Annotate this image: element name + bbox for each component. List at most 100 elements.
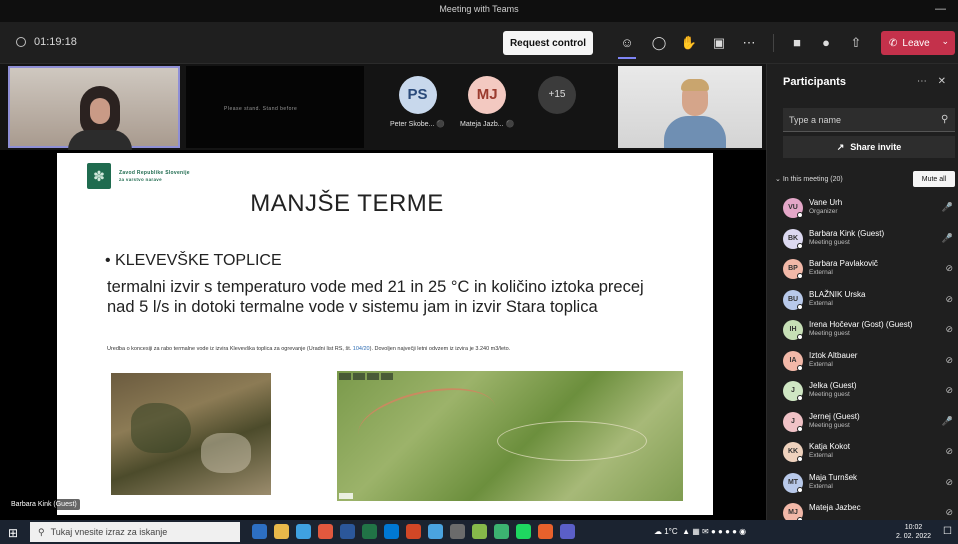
mic-off-icon: ⊘	[945, 385, 953, 395]
app-icon[interactable]	[428, 524, 443, 539]
app-icon[interactable]	[538, 524, 553, 539]
mic-icon: 🎤	[941, 202, 953, 212]
panel-close-icon[interactable]: ⋯ ✕	[917, 76, 950, 87]
mic-off-icon: ⊘	[945, 446, 953, 456]
more-participants-count: +15	[538, 76, 576, 114]
participant-body	[664, 116, 726, 148]
taskbar-clock[interactable]: 10:02 2. 02. 2022	[896, 523, 931, 541]
participant-row[interactable]: BP Barbara Pavlakovič External ⊘	[781, 255, 957, 286]
shared-screen-thumbnail[interactable]: Please stand. Stand before	[186, 66, 364, 148]
participant-avatar-tile[interactable]: PS Peter Skobe... ⚫	[390, 76, 445, 128]
mute-all-button[interactable]: Mute all	[913, 171, 955, 187]
acrobat-icon[interactable]	[406, 524, 421, 539]
participant-role: Meeting guest	[809, 238, 850, 246]
participant-video-tile[interactable]	[618, 66, 762, 148]
slide-paragraph: termalni izvir s temperaturo vode med 21…	[107, 278, 644, 316]
participant-avatar-tile[interactable]: MJ Mateja Jazb... ⚫	[460, 76, 514, 128]
status-badge	[797, 364, 803, 371]
participant-row[interactable]: VU Vane Urh Organizer 🎤	[781, 194, 957, 225]
participant-row[interactable]: BU BLAŽNIK Urska External ⊘	[781, 286, 957, 317]
map-road	[352, 377, 502, 465]
participant-name: Barbara Pavlakovič	[809, 259, 878, 268]
shield-icon	[16, 37, 26, 47]
mic-icon: 🎤	[941, 232, 953, 243]
more-participants-tile[interactable]: +15	[538, 76, 576, 114]
share-invite-button[interactable]: ↗ Share invite	[783, 136, 955, 158]
title-bar: Meeting with Teams —	[0, 0, 958, 22]
avatar-name: Mateja Jazb... ⚫	[460, 121, 515, 128]
edge-icon[interactable]	[296, 524, 311, 539]
status-badge	[797, 334, 803, 340]
people-icon[interactable]: ☺	[616, 32, 638, 59]
participant-row[interactable]: J Jelka (Guest) Meeting guest ⊘	[781, 377, 957, 408]
participant-hair	[681, 79, 709, 91]
in-meeting-header[interactable]: ⌄ In this meeting (20)	[775, 175, 843, 183]
camera-icon[interactable]: ■	[786, 32, 808, 54]
microphone-icon[interactable]: ●	[815, 32, 837, 54]
participant-video-tile[interactable]	[8, 66, 180, 150]
participant-role: External	[809, 482, 833, 490]
chevron-down-icon[interactable]: ⌄	[941, 36, 949, 47]
windows-taskbar: ⊞ ⚲ Tukaj vnesite izraz za iskanje ☁ 1°C…	[0, 520, 958, 544]
taskbar-app-icons	[252, 524, 575, 539]
window-close-icon[interactable]: —	[935, 3, 946, 15]
mic-icon: 🎤	[941, 415, 953, 426]
outlook-icon[interactable]	[384, 524, 399, 539]
participant-role: Meeting guest	[809, 391, 850, 398]
app-icon[interactable]	[472, 524, 487, 539]
office-icon[interactable]	[318, 524, 333, 539]
organization-subtitle: za varstvo narave	[119, 177, 162, 182]
app-icon[interactable]	[494, 524, 509, 539]
participant-name: Jelka (Guest)	[809, 381, 857, 390]
spotify-icon[interactable]	[516, 524, 531, 539]
participant-search-input[interactable]	[783, 108, 955, 132]
spring-photo	[111, 373, 271, 495]
participant-row[interactable]: BK Barbara Kink (Guest) Meeting guest 🎤	[781, 225, 957, 256]
participant-row[interactable]: IA Iztok Altbauer External ⊘	[781, 347, 957, 378]
slide-footnote: Uredba o koncesiji za rabo termalne vode…	[107, 346, 511, 352]
terrain-map	[337, 371, 683, 501]
teams-icon[interactable]	[560, 524, 575, 539]
mic-off-icon: ⊘	[945, 507, 953, 517]
excel-icon[interactable]	[362, 524, 377, 539]
participant-list: VU Vane Urh Organizer 🎤 BK Barbara Kink (Gues…	[781, 194, 957, 530]
avatar: PS	[398, 76, 437, 114]
window-title: Meeting with Teams	[439, 4, 519, 14]
organization-name: Zavod Republike Slovenije	[119, 170, 190, 176]
participant-role: Meeting guest	[809, 421, 850, 429]
participant-row[interactable]: IH Irena Hočevar (Gost) (Guest) Meeting gu…	[781, 316, 957, 347]
taskbar-search-box[interactable]: ⚲ Tukaj vnesite izraz za iskanje	[30, 522, 240, 542]
rooms-icon[interactable]: ▣	[708, 32, 730, 54]
status-badge	[797, 242, 803, 249]
participant-face	[80, 86, 120, 136]
participant-row[interactable]: MT Maja Turnšek External ⊘	[781, 469, 957, 500]
share-screen-icon[interactable]: ⇧	[845, 32, 867, 54]
more-options-icon[interactable]: ⋯	[738, 32, 760, 54]
map-scale	[339, 493, 353, 499]
request-control-button[interactable]: Request control	[503, 31, 593, 55]
participant-row[interactable]: KK Katja Kokot External ⊘	[781, 438, 957, 469]
participant-role: Meeting guest	[809, 330, 850, 337]
leave-label: Leave	[902, 37, 930, 49]
mic-off-icon: ⊘	[945, 354, 953, 365]
participant-name: Jernej (Guest)	[809, 411, 860, 421]
avatar: MJ	[468, 76, 507, 114]
mic-off-icon: ⊘	[945, 324, 953, 334]
notification-icon[interactable]: ☐	[943, 526, 952, 537]
participants-panel: Participants ⋯ ✕ ⚲ ↗ Share invite ⌄ In t…	[766, 64, 958, 523]
status-badge	[797, 425, 803, 432]
mic-off-icon: ⊘	[945, 293, 953, 304]
task-view-icon[interactable]	[252, 524, 267, 539]
app-icon[interactable]	[450, 524, 465, 539]
video-gallery: Please stand. Stand before PS Peter Skob…	[0, 64, 766, 150]
status-badge	[797, 395, 803, 401]
chat-icon[interactable]: ◯	[648, 32, 670, 54]
leave-button[interactable]: ✆ Leave ⌄	[881, 31, 955, 55]
windows-start-icon[interactable]: ⊞	[8, 526, 18, 540]
reactions-icon[interactable]: ✋	[678, 32, 700, 54]
meeting-toolbar: 01:19:18 Request control ☺ ◯ ✋ ▣ ⋯ ■ ● ⇧…	[0, 22, 958, 64]
participant-row[interactable]: J Jernej (Guest) Meeting guest 🎤	[781, 408, 957, 439]
slide-bullet: • KLEVEVŠKE TOPLICE	[105, 252, 282, 269]
word-icon[interactable]	[340, 524, 355, 539]
file-explorer-icon[interactable]	[274, 524, 289, 539]
